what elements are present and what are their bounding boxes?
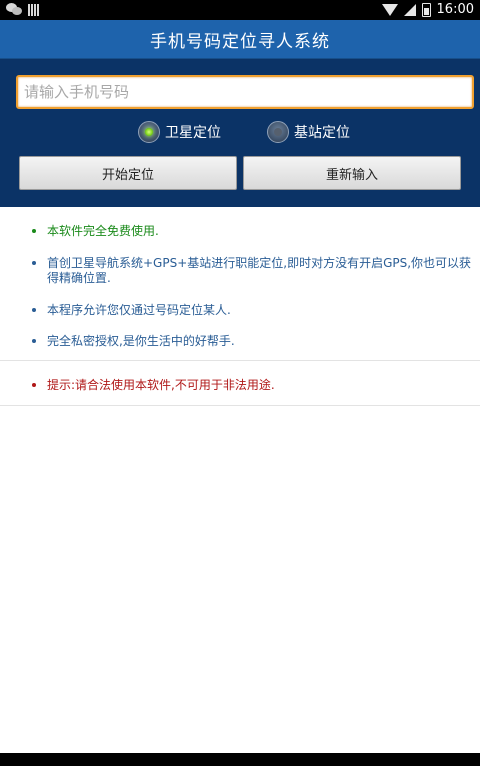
info-text: 首创卫星导航系统+GPS+基站进行职能定位,即时对方没有开启GPS,你也可以获得… [47,256,472,285]
bullet-icon [32,229,36,233]
wechat-notification-icon [6,3,22,16]
signal-icon [403,3,416,16]
locate-panel: 卫星定位 基站定位 开始定位 重新输入 [0,59,480,207]
phone-number-input[interactable] [16,75,474,109]
title-bar: 手机号码定位寻人系统 [0,20,480,59]
status-time: 16:00 [436,2,474,17]
status-bar: 16:00 [0,0,480,20]
battery-icon [421,2,431,17]
radio-label-satellite: 卫星定位 [165,125,221,141]
info-text: 本程序允许您仅通过号码定位某人. [47,303,231,317]
bullet-icon [32,383,36,387]
radio-checked-icon [138,121,160,143]
divider [0,405,480,406]
info-text: 本软件完全免费使用. [47,224,159,238]
info-text: 完全私密授权,是你生活中的好帮手. [47,334,235,348]
wifi-icon [381,4,398,16]
bullet-icon [32,261,36,265]
reset-input-button[interactable]: 重新输入 [243,156,461,190]
list-item: 本软件完全免费使用. [0,224,480,239]
list-item: 首创卫星导航系统+GPS+基站进行职能定位,即时对方没有开启GPS,你也可以获得… [0,256,480,286]
radio-satellite[interactable]: 卫星定位 [138,121,221,143]
notification-icon [28,3,39,16]
radio-label-basestation: 基站定位 [294,125,350,141]
radio-unchecked-icon [267,121,289,143]
warning-text: 提示:请合法使用本软件,不可用于非法用途. [47,378,275,392]
divider [0,360,480,361]
bullet-icon [32,308,36,312]
reset-input-label: 重新输入 [325,167,378,183]
locate-mode-group: 卫星定位 基站定位 [0,121,480,147]
warning-item: 提示:请合法使用本软件,不可用于非法用途. [0,378,480,393]
start-locate-label: 开始定位 [101,167,154,183]
radio-basestation[interactable]: 基站定位 [267,121,350,143]
bullet-icon [32,339,36,343]
list-item: 本程序允许您仅通过号码定位某人. [0,303,480,318]
list-item: 完全私密授权,是你生活中的好帮手. [0,334,480,349]
start-locate-button[interactable]: 开始定位 [19,156,237,190]
navigation-bar [0,753,480,766]
app-title: 手机号码定位寻人系统 [150,31,330,52]
